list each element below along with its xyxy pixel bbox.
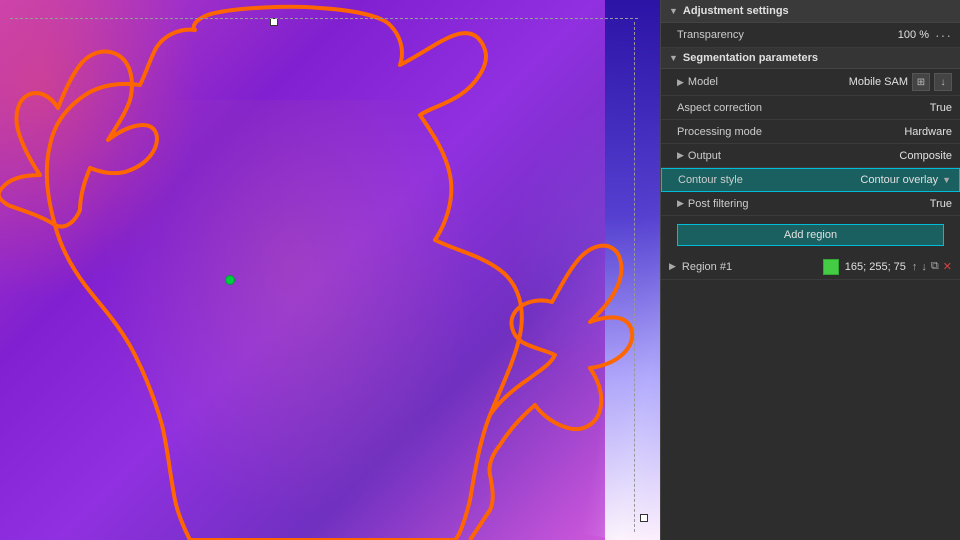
region-row: ▶ Region #1 165; 255; 75 ↑ ↓ ⧉ ✕ xyxy=(661,254,960,280)
adjustment-settings-title: Adjustment settings xyxy=(683,5,789,17)
processing-mode-label: Processing mode xyxy=(677,126,904,138)
aspect-correction-value: True xyxy=(930,102,952,114)
canvas-area xyxy=(0,0,660,540)
transparency-row: Transparency 100 % ··· xyxy=(661,23,960,48)
canvas-image xyxy=(0,0,660,540)
model-download-icon[interactable]: ↓ xyxy=(934,73,952,91)
model-label: Model xyxy=(688,76,849,88)
model-import-icon[interactable]: ⊞ xyxy=(912,73,930,91)
contour-style-dropdown-icon[interactable]: ▼ xyxy=(942,175,951,185)
region-delete-icon[interactable]: ✕ xyxy=(943,260,952,273)
post-filtering-arrow-icon[interactable]: ▶ xyxy=(677,198,684,209)
control-point[interactable] xyxy=(225,275,235,285)
model-icons: ⊞ ↓ xyxy=(912,73,952,91)
processing-mode-row: Processing mode Hardware xyxy=(661,120,960,144)
output-value: Composite xyxy=(899,150,952,162)
contour-overlay xyxy=(0,0,660,540)
model-expand-icon[interactable]: ▶ xyxy=(677,77,684,88)
transparency-label: Transparency xyxy=(677,29,898,41)
selection-handle-top[interactable] xyxy=(270,18,278,26)
segmentation-arrow-icon: ▼ xyxy=(669,53,678,63)
contour-style-value: Contour overlay xyxy=(860,174,938,186)
region-color-swatch[interactable] xyxy=(823,259,839,275)
output-arrow-icon[interactable]: ▶ xyxy=(677,150,684,161)
contour-style-value-container: Contour overlay ▼ xyxy=(860,174,951,186)
adjustment-arrow-icon: ▼ xyxy=(669,6,678,16)
aspect-correction-row: Aspect correction True xyxy=(661,96,960,120)
segmentation-header[interactable]: ▼ Segmentation parameters xyxy=(661,48,960,69)
adjustment-settings-header[interactable]: ▼ Adjustment settings xyxy=(661,0,960,23)
add-region-button[interactable]: Add region xyxy=(677,224,944,246)
region-copy-icon[interactable]: ⧉ xyxy=(931,260,939,273)
output-label: Output xyxy=(688,150,900,162)
aspect-correction-label: Aspect correction xyxy=(677,102,930,114)
processing-mode-value: Hardware xyxy=(904,126,952,138)
region-expand-icon[interactable]: ▶ xyxy=(669,261,676,272)
selection-border-right xyxy=(634,22,635,532)
model-row: ▶ Model Mobile SAM ⊞ ↓ xyxy=(661,69,960,96)
main-container: ▼ Adjustment settings Transparency 100 %… xyxy=(0,0,960,540)
contour-style-label: Contour style xyxy=(678,174,860,186)
region-values: 165; 255; 75 xyxy=(845,261,906,273)
contour-style-row[interactable]: Contour style Contour overlay ▼ xyxy=(661,168,960,192)
selection-border-top xyxy=(10,18,638,19)
region-up-icon[interactable]: ↑ xyxy=(912,261,918,273)
output-row: ▶ Output Composite xyxy=(661,144,960,168)
model-value: Mobile SAM xyxy=(849,76,908,88)
transparency-value: 100 % xyxy=(898,29,929,41)
settings-panel: ▼ Adjustment settings Transparency 100 %… xyxy=(661,0,960,540)
post-filtering-row: ▶ Post filtering True xyxy=(661,192,960,216)
region-action-icons: ↑ ↓ ⧉ ✕ xyxy=(912,260,952,273)
region-down-icon[interactable]: ↓ xyxy=(921,261,927,273)
right-panel: ▼ Adjustment settings Transparency 100 %… xyxy=(660,0,960,540)
add-region-container: Add region xyxy=(661,216,960,254)
selection-handle-bottom[interactable] xyxy=(640,514,648,522)
segmentation-title: Segmentation parameters xyxy=(683,52,818,64)
region-label: Region #1 xyxy=(682,261,817,273)
transparency-menu-icon[interactable]: ··· xyxy=(935,27,952,43)
post-filtering-label: Post filtering xyxy=(688,198,930,210)
post-filtering-value: True xyxy=(930,198,952,210)
